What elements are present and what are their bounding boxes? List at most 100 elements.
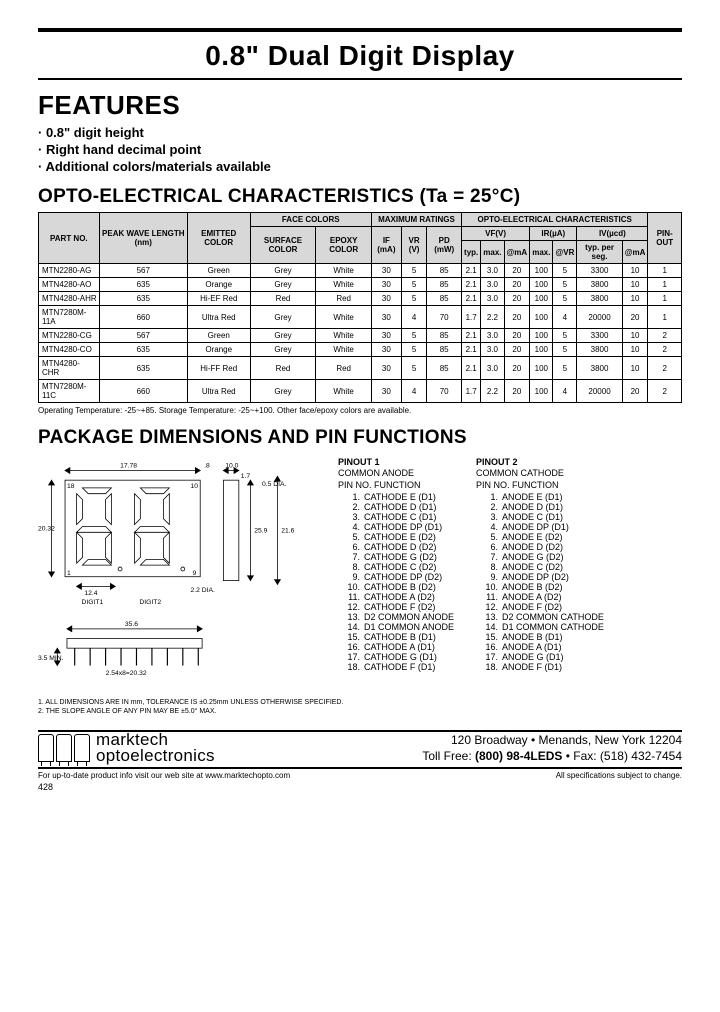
package-diagram: 17.78 .8 20.32 12.4 DIGIT1 DIGIT2 2.2 DI…: [38, 457, 328, 684]
pin-row: 17.ANODE G (D1): [476, 652, 604, 662]
th-color: EMITTED COLOR: [187, 213, 250, 264]
pin-row: 2.CATHODE D (D1): [338, 502, 454, 512]
pin-row: 17.CATHODE G (D1): [338, 652, 454, 662]
page-number: 428: [38, 782, 682, 792]
features-heading: FEATURES: [38, 90, 682, 121]
led-icon: [74, 734, 90, 762]
feature-item: Right hand decimal point: [38, 142, 682, 157]
th-ir: IR(µA): [530, 227, 577, 241]
feature-item: 0.8" digit height: [38, 125, 682, 140]
th-vf-ma: @mA: [504, 241, 530, 264]
table-row: MTN4280-AHR635Hi-EF RedRedRed305852.13.0…: [39, 292, 682, 306]
pkg-heading: PACKAGE DIMENSIONS AND PIN FUNCTIONS: [38, 427, 682, 449]
dim-side-w: 10.0: [225, 463, 238, 470]
footer-spec: All specifications subject to change.: [556, 771, 682, 780]
th-max: MAXIMUM RATINGS: [371, 213, 461, 227]
pinout1-sub: COMMON ANODE: [338, 468, 454, 478]
pin-row: 13.D2 COMMON CATHODE: [476, 612, 604, 622]
pin-row: 18.ANODE F (D1): [476, 662, 604, 672]
pin-row: 11.ANODE A (D2): [476, 592, 604, 602]
th-pinout: PIN-OUT: [648, 213, 682, 264]
note-1: 1. ALL DIMENSIONS ARE IN mm, TOLERANCE I…: [38, 698, 682, 707]
table-row: MTN2280-AG567GreenGreyWhite305852.13.020…: [39, 264, 682, 278]
dim-p1: 1: [67, 570, 71, 577]
dim-row-w: 35.6: [125, 621, 138, 628]
th-face: FACE COLORS: [250, 213, 371, 227]
dim-d1: DIGIT1: [81, 599, 103, 606]
th-peak: PEAK WAVE LENGTH (nm): [99, 213, 187, 264]
pinout2-title: PINOUT 2: [476, 457, 604, 467]
pin-row: 16.ANODE A (D1): [476, 642, 604, 652]
pin-row: 5.ANODE E (D2): [476, 532, 604, 542]
th-iv-typ: typ. per seg.: [577, 241, 622, 264]
th-oec: OPTO-ELECTRICAL CHARACTERISTICS: [462, 213, 648, 227]
table-note: Operating Temperature: -25~+85. Storage …: [38, 406, 682, 415]
note-2: 2. THE SLOPE ANGLE OF ANY PIN MAY BE ±5.…: [38, 707, 682, 716]
features-list: 0.8" digit height Right hand decimal poin…: [38, 125, 682, 174]
pin-row: 3.CATHODE C (D1): [338, 512, 454, 522]
page-title: 0.8" Dual Digit Display: [38, 40, 682, 72]
th-iv: IV(µcd): [577, 227, 648, 241]
dim-top-t: 1.7: [241, 473, 251, 480]
led-icon: [56, 734, 72, 762]
pin-row: 7.CATHODE G (D2): [338, 552, 454, 562]
pin-row: 1.CATHODE E (D1): [338, 492, 454, 502]
pin-row: 4.ANODE DP (D1): [476, 522, 604, 532]
pinout1-title: PINOUT 1: [338, 457, 454, 467]
dimension-notes: 1. ALL DIMENSIONS ARE IN mm, TOLERANCE I…: [38, 698, 682, 716]
feature-item: Additional colors/materials available: [38, 159, 682, 174]
top-rule: [38, 28, 682, 32]
th-surface: SURFACE COLOR: [250, 227, 316, 264]
pin-row: 15.ANODE B (D1): [476, 632, 604, 642]
dim-width: 17.78: [120, 463, 137, 470]
th-pd: PD (mW): [427, 227, 462, 264]
pinout2-sub: COMMON CATHODE: [476, 468, 604, 478]
dim-side-h: 25.9: [254, 527, 267, 534]
table-row: MTN7280M-11C660Ultra RedGreyWhite304701.…: [39, 380, 682, 403]
brand-block: marktech optoelectronics: [38, 732, 215, 764]
pin-row: 14.D1 COMMON CATHODE: [476, 622, 604, 632]
dim-height: 20.32: [38, 525, 55, 532]
dim-width-tol: .8: [204, 463, 210, 470]
address-line1: 120 Broadway • Menands, New York 12204: [422, 732, 682, 748]
pinout-2: PINOUT 2 COMMON CATHODE PIN NO. FUNCTION…: [476, 457, 604, 672]
th-ir-vr: @VR: [553, 241, 577, 264]
dim-p9: 9: [192, 570, 196, 577]
footer-web: For up-to-date product info visit our we…: [38, 771, 290, 780]
th-vf-max: max.: [481, 241, 504, 264]
dim-dp: 2.2 DIA.: [191, 587, 216, 594]
address-line2: Toll Free: (800) 98-4LEDS • Fax: (518) 4…: [422, 748, 682, 764]
th-vf: VF(V): [462, 227, 530, 241]
pinout-1: PINOUT 1 COMMON ANODE PIN NO. FUNCTION 1…: [338, 457, 454, 672]
pin-row: 6.CATHODE D (D2): [338, 542, 454, 552]
pinout2-hdr: PIN NO. FUNCTION: [476, 480, 604, 490]
th-iv-ma: @mA: [622, 241, 648, 264]
th-if: IF (mA): [371, 227, 401, 264]
dim-corner: 0.5 DIA.: [262, 481, 287, 488]
pinout1-hdr: PIN NO. FUNCTION: [338, 480, 454, 490]
pin-row: 7.ANODE G (D2): [476, 552, 604, 562]
pin-row: 6.ANODE D (D2): [476, 542, 604, 552]
th-epoxy: EPOXY COLOR: [316, 227, 371, 264]
th-part: PART NO.: [39, 213, 100, 264]
pin-row: 9.CATHODE DP (D2): [338, 572, 454, 582]
pin-row: 5.CATHODE E (D2): [338, 532, 454, 542]
pin-row: 10.CATHODE B (D2): [338, 582, 454, 592]
pin-row: 14.D1 COMMON ANODE: [338, 622, 454, 632]
pin-row: 11.CATHODE A (D2): [338, 592, 454, 602]
th-vf-typ: typ.: [462, 241, 481, 264]
table-row: MTN4280-CO635OrangeGreyWhite305852.13.02…: [39, 343, 682, 357]
dim-p18: 18: [67, 483, 75, 490]
pin-row: 15.CATHODE B (D1): [338, 632, 454, 642]
dim-d2: DIGIT2: [139, 599, 161, 606]
pin-row: 9.ANODE DP (D2): [476, 572, 604, 582]
table-row: MTN2280-CG567GreenGreyWhite305852.13.020…: [39, 329, 682, 343]
pin-row: 12.ANODE F (D2): [476, 602, 604, 612]
pin-row: 16.CATHODE A (D1): [338, 642, 454, 652]
pin-row: 8.ANODE C (D2): [476, 562, 604, 572]
pin-row: 3.ANODE C (D1): [476, 512, 604, 522]
table-row: MTN4280-AO635OrangeGreyWhite305852.13.02…: [39, 278, 682, 292]
dim-pin-h: 3.5 MIN.: [38, 655, 64, 662]
pin-row: 8.CATHODE C (D2): [338, 562, 454, 572]
brand-led-icons: [38, 734, 90, 762]
